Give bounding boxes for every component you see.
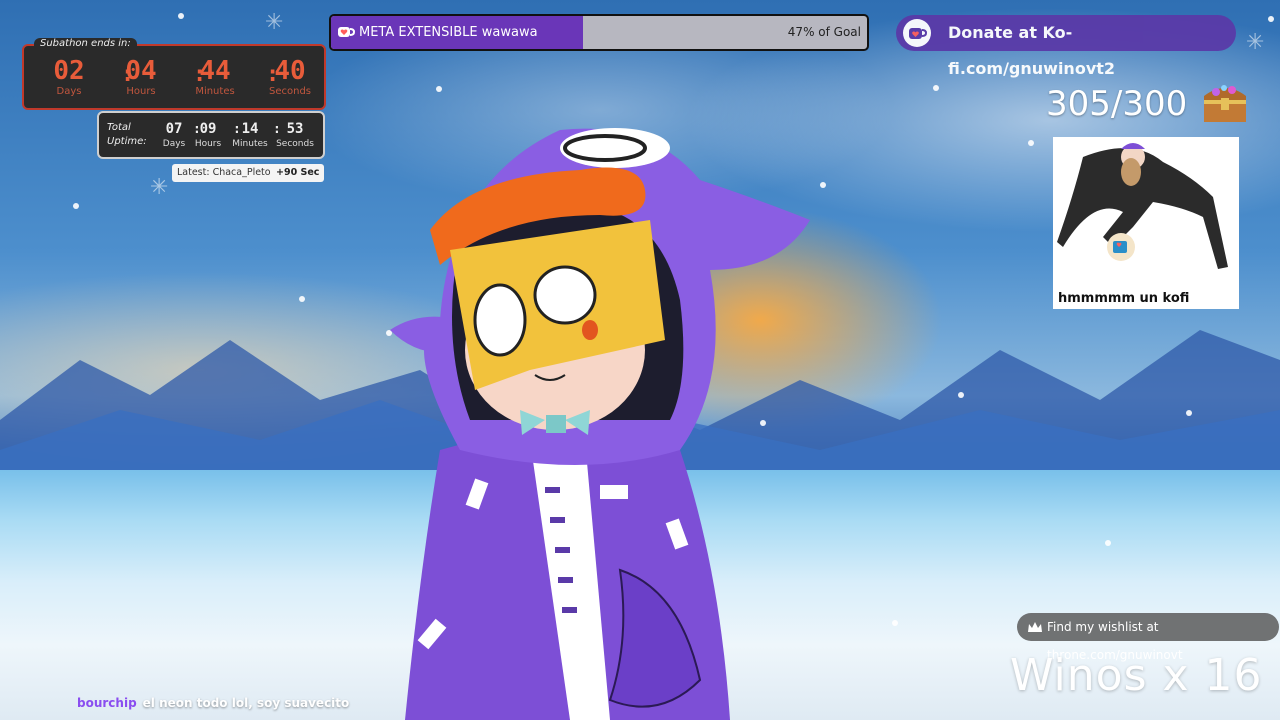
latest-supporter: Latest: Chaca_Pleto [172, 164, 276, 182]
kofi-cup-icon [903, 19, 931, 47]
uptime-minutes-unit: Minutes [232, 139, 268, 149]
treasure-chest-icon [1204, 85, 1246, 122]
snowflake [1186, 410, 1192, 416]
timer-hours: 04 Hours [111, 56, 171, 98]
uptime-label-line2: Uptime: [107, 136, 147, 147]
timer-seconds: 40 Seconds [260, 56, 320, 98]
snowflake-star: ✳ [265, 10, 284, 35]
chat-message: bourchip el neon todo lol, soy suavecito [77, 696, 349, 710]
kofi-alert-image: hmmmmm un kofi [1053, 137, 1239, 309]
uptime-seconds-value: 53 [286, 121, 304, 137]
timer-hours-unit: Hours [126, 86, 156, 97]
goal-counter: 305/300 [1046, 84, 1188, 124]
uptime-seconds-unit: Seconds [276, 139, 314, 149]
snowflake [178, 13, 184, 19]
snowflake [299, 296, 305, 302]
crown-icon [1028, 622, 1042, 632]
uptime-label: Total Uptime: [107, 121, 147, 149]
chat-username: bourchip [77, 696, 137, 710]
snowflake [1268, 16, 1274, 22]
timer-days-unit: Days [56, 86, 82, 97]
kofi-donate-text: Donate at Ko-fi.com/gnuwinovt2 [948, 23, 1116, 78]
snowflake-star: ✳ [1246, 30, 1265, 55]
snowflake [1105, 540, 1111, 546]
timer-days: 02 Days [39, 56, 99, 98]
alert-creature-image [1057, 143, 1228, 269]
goal-percent: 47% of Goal [787, 25, 861, 39]
snowflake [436, 86, 442, 92]
snowflake [892, 620, 898, 626]
time-bonus-badge: +90 Sec [271, 164, 325, 182]
kofi-donate-banner[interactable]: Donate at Ko-fi.com/gnuwinovt2 [896, 15, 1236, 78]
uptime-hours: 09 Hours [188, 121, 228, 150]
kofi-heart-cup-icon [338, 27, 355, 37]
uptime-seconds: 53 Seconds [275, 121, 315, 150]
total-uptime: Total Uptime: 07 Days : 09 Hours : 14 Mi… [97, 111, 325, 159]
snowflake [73, 203, 79, 209]
uptime-label-line1: Total [107, 122, 131, 133]
goal-title: META EXTENSIBLE wawawa [359, 25, 538, 40]
subathon-timer: Subathon ends in: 02 Days : 04 Hours : 4… [22, 38, 326, 110]
uptime-hours-unit: Hours [194, 139, 222, 149]
subathon-label: Subathon ends in: [34, 38, 137, 49]
vtuber-avatar [390, 128, 810, 720]
snowflake [958, 392, 964, 398]
snowflake [933, 85, 939, 91]
snowflake [1028, 140, 1034, 146]
uptime-hours-value: 09 [199, 121, 217, 137]
alert-caption: hmmmmm un kofi [1058, 291, 1190, 306]
timer-seconds-value: 40 [274, 56, 306, 86]
timer-minutes-unit: Minutes [195, 86, 235, 97]
timer-minutes-value: 44 [199, 56, 231, 86]
timer-days-value: 02 [53, 56, 85, 86]
timer-seconds-unit: Seconds [268, 86, 311, 97]
snowflake-star: ✳ [150, 175, 169, 200]
chat-text: el neon todo lol, soy suavecito [142, 696, 350, 710]
uptime-minutes: 14 Minutes [230, 121, 270, 150]
goal-progress-bar: META EXTENSIBLE wawawa 47% of Goal [329, 14, 869, 51]
snowflake [820, 182, 826, 188]
winos-counter: Winos x 16 [1010, 650, 1263, 701]
timer-minutes: 44 Minutes [185, 56, 245, 98]
uptime-minutes-value: 14 [241, 121, 259, 137]
timer-hours-value: 04 [125, 56, 157, 86]
throne-wishlist-banner[interactable]: Find my wishlist at throne.com/gnuwinovt [1017, 613, 1279, 662]
